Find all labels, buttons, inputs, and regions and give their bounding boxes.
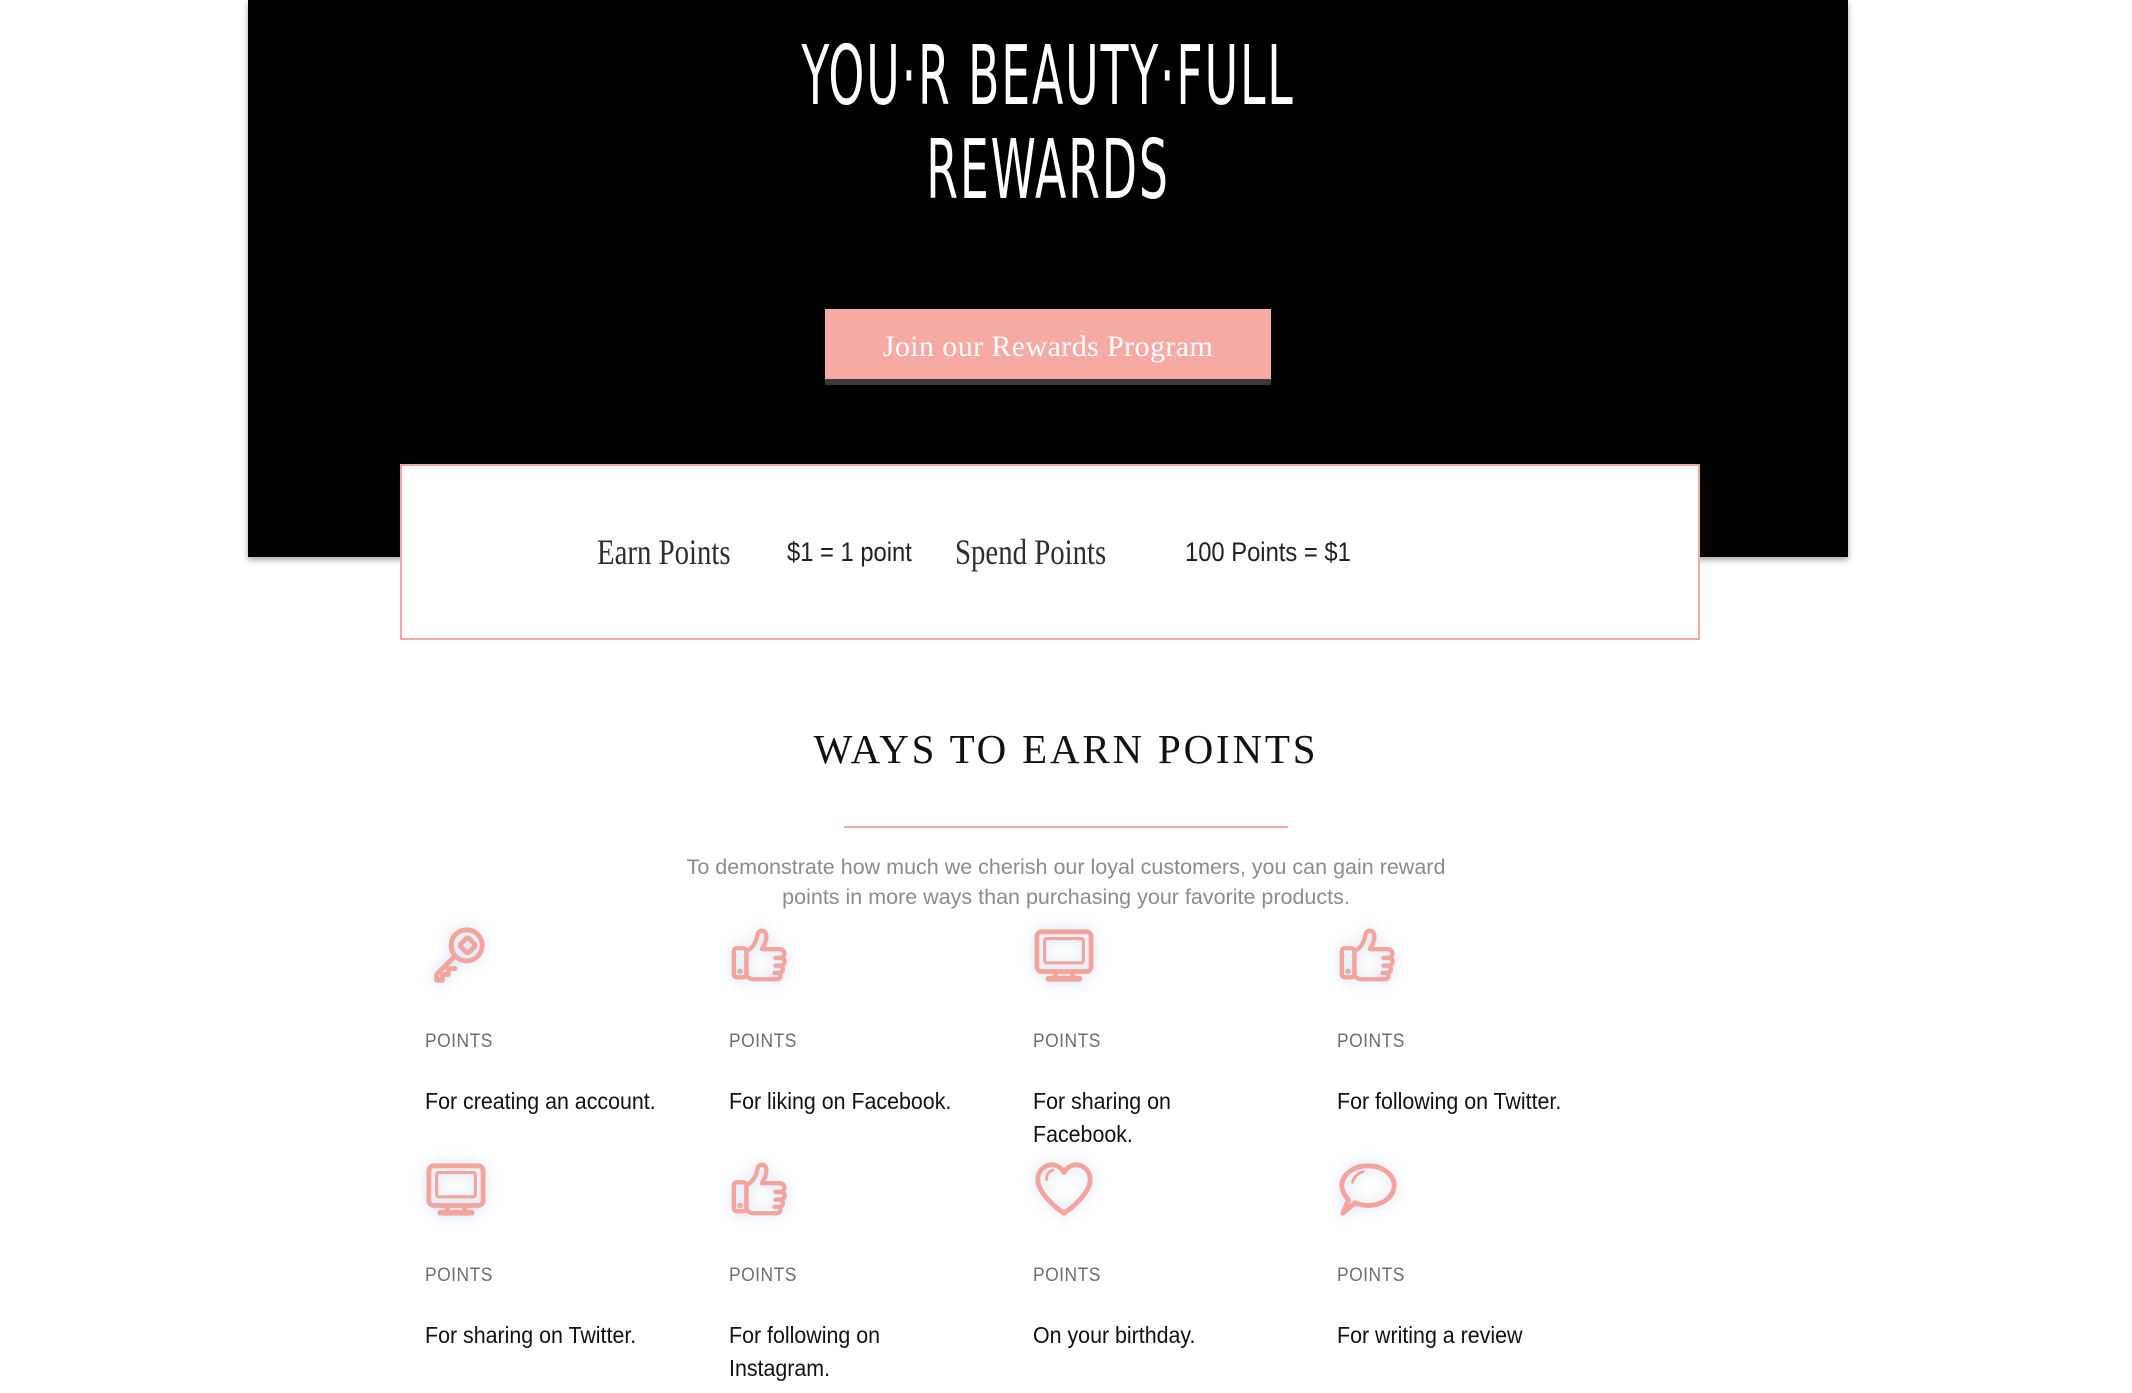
- way-to-earn-description: For liking on Facebook.: [729, 1088, 952, 1114]
- points-amount-label: POINTS: [1337, 1031, 1405, 1052]
- monitor-icon: [425, 1159, 729, 1229]
- points-amount-label: POINTS: [425, 1265, 493, 1286]
- points-rate-bar: Earn Points $1 = 1 point Spend Points 10…: [400, 464, 1700, 640]
- monitor-icon: [1033, 925, 1337, 995]
- ways-to-earn-heading: WAYS TO EARN POINTS: [813, 726, 1319, 772]
- thumbs-up-icon: [729, 1159, 1033, 1229]
- points-amount-label: POINTS: [425, 1031, 493, 1052]
- way-to-earn-item: POINTS For following on Twitter.: [1337, 925, 1641, 1159]
- join-rewards-program-button[interactable]: Join our Rewards Program: [825, 309, 1271, 385]
- heart-icon: [1033, 1159, 1337, 1229]
- way-to-earn-item: POINTS For sharing on Facebook.: [1033, 925, 1337, 1159]
- way-to-earn-item: POINTS For writing a review: [1337, 1159, 1641, 1393]
- way-to-earn-item: POINTS For liking on Facebook.: [729, 925, 1033, 1159]
- spend-points-rate: 100 Points = $1: [1185, 536, 1351, 567]
- thumbs-up-icon: [1337, 925, 1641, 995]
- points-amount-label: POINTS: [1337, 1265, 1405, 1286]
- way-to-earn-description: For following on Twitter.: [1337, 1088, 1562, 1114]
- speech-bubble-icon: [1337, 1159, 1641, 1229]
- way-to-earn-description: For following on Instagram.: [729, 1322, 880, 1381]
- key-icon: [425, 925, 729, 995]
- section-divider: [844, 826, 1288, 828]
- points-amount-label: POINTS: [729, 1031, 797, 1052]
- points-amount-label: POINTS: [1033, 1265, 1101, 1286]
- way-to-earn-description: For sharing on Twitter.: [425, 1322, 637, 1348]
- ways-to-earn-grid: POINTS For creating an account. POINTS For …: [425, 925, 1705, 1393]
- ways-to-earn-intro: To demonstrate how much we cherish our l…: [686, 855, 1446, 909]
- points-amount-label: POINTS: [1033, 1031, 1101, 1052]
- earn-points-rate: $1 = 1 point: [787, 536, 912, 567]
- way-to-earn-item: POINTS For following on Instagram.: [729, 1159, 1033, 1393]
- way-to-earn-item: POINTS On your birthday.: [1033, 1159, 1337, 1393]
- earn-points-label: Earn Points: [597, 532, 731, 572]
- thumbs-up-icon: [729, 925, 1033, 995]
- way-to-earn-item: POINTS For creating an account.: [425, 925, 729, 1159]
- way-to-earn-item: POINTS For sharing on Twitter.: [425, 1159, 729, 1393]
- way-to-earn-description: For sharing on Facebook.: [1033, 1088, 1171, 1147]
- way-to-earn-description: For writing a review: [1337, 1322, 1523, 1348]
- points-amount-label: POINTS: [729, 1265, 797, 1286]
- page-title: YOU·R BEAUTY·FULL REWARDS: [801, 29, 1295, 218]
- way-to-earn-description: For creating an account.: [425, 1088, 656, 1114]
- way-to-earn-description: On your birthday.: [1033, 1322, 1196, 1348]
- spend-points-label: Spend Points: [955, 532, 1107, 572]
